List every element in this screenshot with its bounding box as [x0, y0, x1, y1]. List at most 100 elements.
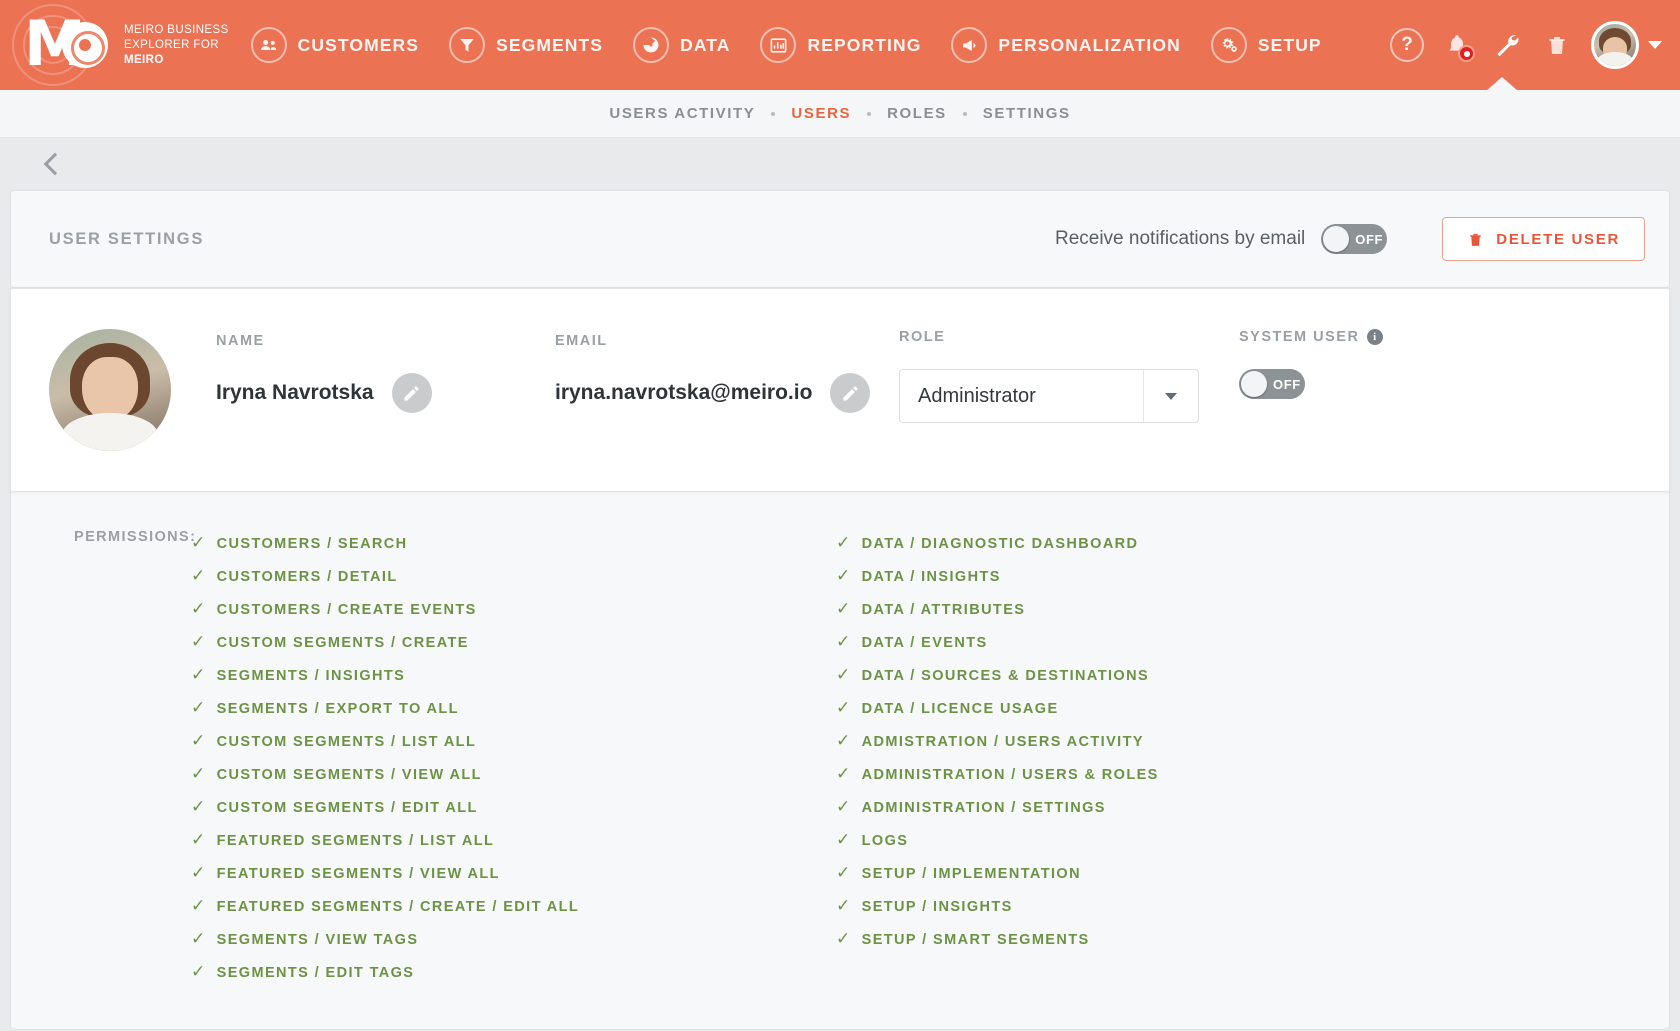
people-icon — [250, 27, 287, 63]
help-button[interactable]: ? — [1387, 25, 1427, 65]
permission-label: CUSTOMERS / DETAIL — [216, 568, 398, 585]
meiro-logo-icon: M — [10, 4, 110, 86]
email-label: EMAIL — [555, 333, 608, 349]
subnav-item-users[interactable]: USERS — [791, 105, 851, 122]
permission-label: DATA / EVENTS — [861, 634, 988, 651]
system-user-toggle[interactable]: OFF — [1239, 369, 1305, 399]
name-field: NAME Iryna Navrotska — [216, 333, 432, 413]
permissions-column-right: ✓ DATA / DIAGNOSTIC DASHBOARD ✓ DATA / INS… — [836, 527, 1159, 989]
permission-label: SETUP / INSIGHTS — [861, 898, 1013, 915]
nav-item-segments[interactable]: SEGMENTS — [449, 27, 603, 63]
brand-line-1: MEIRO BUSINESS — [124, 23, 229, 36]
permission-label: CUSTOM SEGMENTS / EDIT ALL — [216, 799, 478, 816]
tools-button[interactable] — [1487, 25, 1527, 65]
edit-name-button[interactable] — [391, 373, 432, 413]
permission-label: CUSTOM SEGMENTS / LIST ALL — [216, 733, 477, 750]
avatar[interactable] — [1591, 21, 1639, 69]
nav-item-label: DATA — [680, 34, 731, 55]
brand-text: MEIRO BUSINESS EXPLORER FOR MEIRO — [124, 23, 229, 68]
permission-item: ✓ DATA / ATTRIBUTES — [836, 593, 1159, 626]
permission-label: CUSTOM SEGMENTS / CREATE — [216, 634, 469, 651]
receive-notifications-toggle[interactable]: OFF — [1321, 224, 1388, 254]
nav-item-personalization[interactable]: PERSONALIZATION — [951, 27, 1180, 63]
delete-user-button[interactable]: DELETE USER — [1442, 217, 1645, 261]
permission-label: ADMISTRATION / USERS ACTIVITY — [861, 733, 1144, 750]
role-selected-value: Administrator — [918, 384, 1036, 407]
chevron-down-icon[interactable] — [1648, 41, 1662, 49]
permission-item: ✓ SETUP / INSIGHTS — [836, 890, 1159, 923]
subnav-item-settings[interactable]: SETTINGS — [983, 105, 1071, 122]
chevron-left-icon[interactable] — [40, 153, 62, 175]
nav-item-customers[interactable]: CUSTOMERS — [250, 27, 420, 63]
check-icon: ✓ — [191, 533, 207, 553]
chevron-down-icon[interactable] — [1144, 392, 1198, 400]
nav-item-label: CUSTOMERS — [297, 34, 420, 55]
funnel-icon — [449, 27, 486, 63]
nav-item-label: SEGMENTS — [496, 34, 604, 55]
pencil-icon — [404, 385, 419, 401]
system-user-field: SYSTEM USER i OFF — [1239, 329, 1384, 399]
check-icon: ✓ — [191, 665, 207, 685]
permission-label: CUSTOMERS / CREATE EVENTS — [216, 601, 477, 618]
permission-item: ✓ CUSTOMERS / SEARCH — [191, 527, 836, 560]
check-icon: ✓ — [191, 863, 207, 883]
permission-item: ✓ SETUP / IMPLEMENTATION — [836, 857, 1159, 890]
sub-navigation-bar: USERS ACTIVITY USERS ROLES SETTINGS — [0, 90, 1680, 138]
permission-label: DATA / ATTRIBUTES — [861, 601, 1026, 618]
permission-item: ✓ DATA / LICENCE USAGE — [836, 692, 1159, 725]
active-nav-pointer — [1486, 77, 1518, 90]
subnav-item-users-activity[interactable]: USERS ACTIVITY — [609, 105, 755, 122]
user-profile-photo — [49, 329, 171, 451]
back-bar — [10, 138, 1670, 190]
user-settings-card: USER SETTINGS Receive notifications by e… — [10, 190, 1670, 1030]
nav-item-reporting[interactable]: REPORTING — [760, 27, 921, 63]
nav-item-setup[interactable]: SETUP — [1210, 27, 1322, 63]
permission-item: ✓ FEATURED SEGMENTS / VIEW ALL — [191, 857, 836, 890]
permission-label: SETUP / IMPLEMENTATION — [861, 865, 1081, 882]
permission-item: ✓ SEGMENTS / EDIT TAGS — [191, 956, 836, 989]
permission-item: ✓ ADMINISTRATION / SETTINGS — [836, 791, 1159, 824]
top-nav-actions: ? — [1377, 21, 1662, 69]
gears-icon — [1210, 27, 1247, 63]
brand-logo[interactable]: M MEIRO BUSINESS EXPLORER FOR MEIRO — [0, 4, 229, 86]
subnav-separator — [771, 111, 776, 116]
subnav-item-roles[interactable]: ROLES — [887, 105, 947, 122]
check-icon: ✓ — [191, 962, 207, 982]
delete-user-label: DELETE USER — [1496, 230, 1620, 248]
trash-icon — [1549, 37, 1565, 54]
permissions-legend: PERMISSIONS: — [74, 529, 197, 545]
toggle-state-label: OFF — [1355, 231, 1384, 247]
megaphone-icon — [951, 27, 988, 63]
subnav-separator — [867, 111, 872, 116]
check-icon: ✓ — [836, 764, 852, 784]
nav-item-data[interactable]: DATA — [633, 27, 730, 63]
permission-item: ✓ ADMISTRATION / USERS ACTIVITY — [836, 725, 1159, 758]
edit-email-button[interactable] — [830, 373, 871, 413]
brand-line-2: EXPLORER FOR — [124, 38, 219, 51]
user-settings-header: USER SETTINGS Receive notifications by e… — [10, 190, 1670, 288]
permission-label: FEATURED SEGMENTS / CREATE / EDIT ALL — [216, 898, 580, 915]
trash-button[interactable] — [1537, 25, 1577, 65]
toggle-state-label: OFF — [1273, 376, 1301, 392]
notifications-button[interactable] — [1437, 25, 1477, 65]
toggle-knob — [1241, 371, 1267, 397]
permissions-section: PERMISSIONS: ✓ CUSTOMERS / SEARCH ✓ CUSTOM… — [10, 491, 1670, 1030]
permission-label: CUSTOMERS / SEARCH — [216, 535, 408, 552]
permissions-column-left: ✓ CUSTOMERS / SEARCH ✓ CUSTOMERS / DETAIL … — [191, 527, 836, 989]
check-icon: ✓ — [191, 896, 207, 916]
check-icon: ✓ — [836, 698, 852, 718]
top-navigation-bar: M MEIRO BUSINESS EXPLORER FOR MEIRO CUST… — [0, 0, 1680, 90]
page-body: USER SETTINGS Receive notifications by e… — [0, 138, 1680, 1031]
toggle-knob — [1323, 226, 1350, 252]
subnav-separator — [962, 111, 967, 116]
role-select[interactable]: Administrator — [899, 369, 1199, 423]
system-user-label-text: SYSTEM USER — [1239, 329, 1360, 345]
permission-item: ✓ DATA / EVENTS — [836, 626, 1159, 659]
check-icon: ✓ — [836, 632, 852, 652]
info-icon[interactable]: i — [1367, 329, 1384, 345]
permission-label: CUSTOM SEGMENTS / VIEW ALL — [216, 766, 482, 783]
permission-label: SETUP / SMART SEGMENTS — [861, 931, 1090, 948]
permission-label: SEGMENTS / VIEW TAGS — [216, 931, 419, 948]
permission-item: ✓ SEGMENTS / EXPORT TO ALL — [191, 692, 836, 725]
email-field: EMAIL iryna.navrotska@meiro.io — [555, 333, 871, 413]
